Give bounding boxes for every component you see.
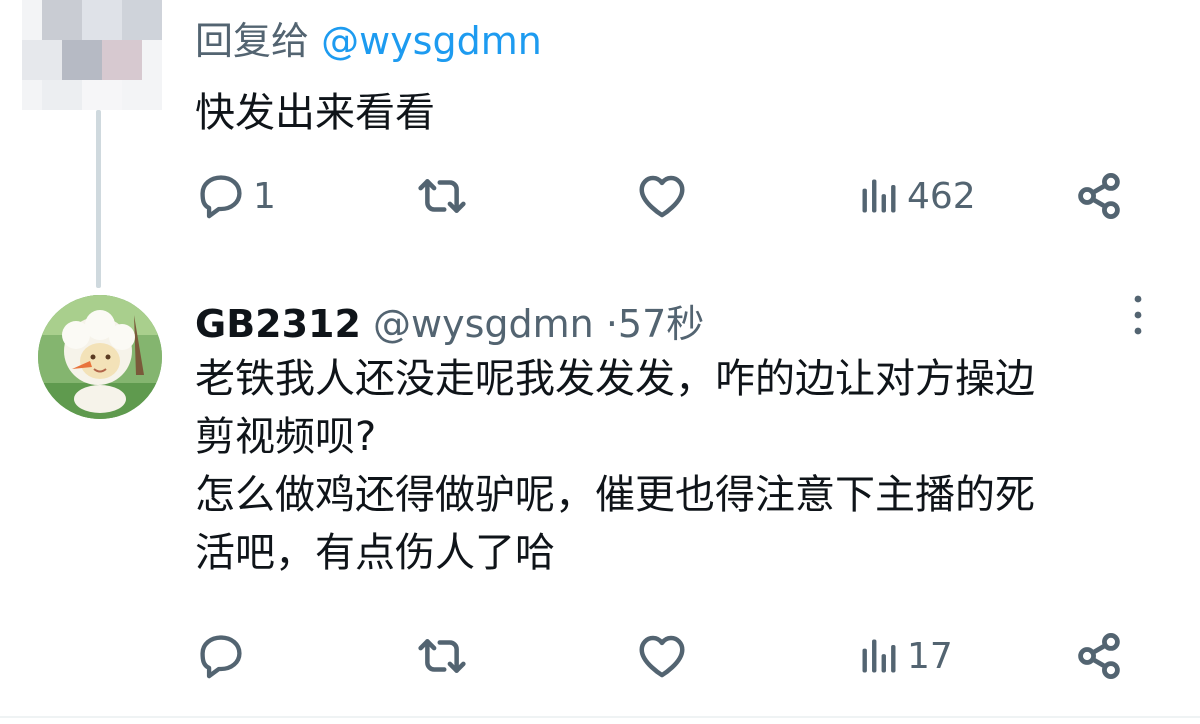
like-button[interactable] [635,628,689,684]
like-button[interactable] [635,168,689,224]
views-count: 17 [907,635,953,677]
tweet-text-line: 老铁我人还没走呢我发发发，咋的边让对方操边 [195,356,1035,402]
tweet-text: 快发出来看看 [195,90,435,136]
reply-to-mention-link[interactable]: @wysgdmn [321,19,542,63]
heart-icon [639,175,685,218]
share-button[interactable] [1073,168,1125,224]
thread-connector-line [96,110,101,288]
tweet-actions-bar: 1 462 [195,168,1125,224]
tweet-text-line: 怎么做鸡还得做驴呢，催更也得注意下主播的死 [195,472,1035,518]
retweet-icon [418,639,466,673]
views-bar-chart-icon [862,179,896,213]
tweet-header: GB2312 @wysgdmn ·57秒 [195,293,704,348]
divider [0,716,1200,718]
reply-icon [200,175,242,219]
share-button[interactable] [1073,628,1125,684]
heart-icon [639,635,685,678]
more-vertical-icon[interactable] [1126,293,1150,337]
retweet-icon [418,179,466,213]
reply-button[interactable]: 1 [195,168,276,224]
user-avatar[interactable] [38,295,162,419]
tweet-timestamp[interactable]: 57秒 [618,302,704,346]
display-name[interactable]: GB2312 [195,302,361,346]
retweet-button[interactable] [415,168,469,224]
reply-icon [200,635,242,679]
tweet-text-line: 剪视频呗? [195,414,377,460]
meta-separator: · [605,302,618,346]
sheep-avatar-image [38,295,162,419]
reply-count: 1 [253,175,276,217]
retweet-button[interactable] [415,628,469,684]
views-count: 462 [907,175,976,217]
reply-to-label: 回复给 [195,19,310,63]
tweet-text: 老铁我人还没走呢我发发发，咋的边让对方操边 剪视频呗? 怎么做鸡还得做驴呢，催更… [195,350,1175,582]
reply-to-line: 回复给 @wysgdmn [195,10,542,65]
share-icon [1078,173,1120,219]
share-icon [1078,633,1120,679]
user-handle[interactable]: @wysgdmn [373,302,594,346]
views-button[interactable]: 462 [857,168,976,224]
views-bar-chart-icon [862,639,896,673]
tweet-text-line: 活吧，有点伤人了哈 [195,530,555,576]
views-button[interactable]: 17 [857,628,953,684]
blurred-avatar[interactable] [22,0,162,110]
reply-button[interactable] [195,628,253,684]
tweet-actions-bar: 17 [195,628,1125,684]
